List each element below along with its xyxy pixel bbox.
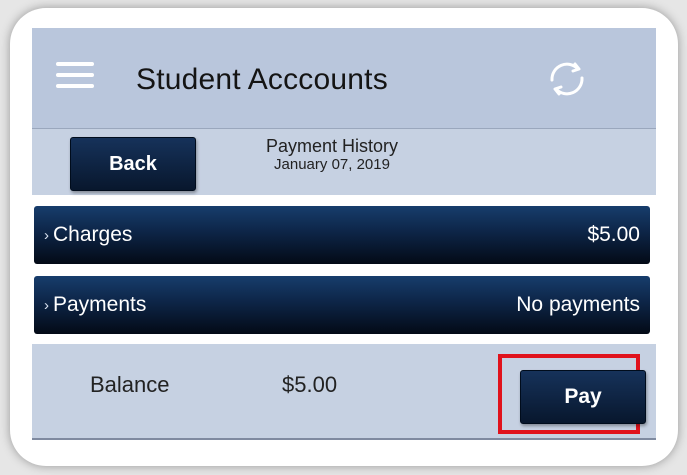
payment-history-bar: Back Payment History January 07, 2019: [32, 129, 656, 195]
balance-amount: $5.00: [282, 372, 338, 397]
chevron-right-icon: ›: [44, 296, 49, 314]
hamburger-menu-icon[interactable]: [56, 60, 94, 90]
device-frame: Student Acccounts Back Payment History J…: [10, 8, 678, 466]
payment-history-heading: Payment History January 07, 2019: [232, 136, 432, 174]
balance-label: Balance: [90, 372, 170, 397]
history-date: January 07, 2019: [274, 156, 390, 173]
chevron-right-icon: ›: [44, 226, 49, 244]
charges-label: Charges: [53, 223, 133, 246]
app-screen: Student Acccounts Back Payment History J…: [32, 28, 656, 448]
page-title: Student Acccounts: [136, 63, 388, 96]
section-heading: Payment History: [265, 136, 399, 156]
pay-button[interactable]: Pay: [520, 370, 646, 424]
charges-amount: $5.00: [587, 223, 640, 246]
menu-bar: [56, 84, 94, 88]
payments-row[interactable]: › Payments No payments: [34, 276, 650, 334]
menu-bar: [56, 62, 94, 66]
charges-row-left: › Charges: [44, 223, 132, 247]
payments-value: No payments: [516, 293, 640, 316]
app-header: Student Acccounts: [32, 28, 656, 129]
charges-row[interactable]: › Charges $5.00: [34, 206, 650, 264]
menu-bar: [56, 73, 94, 77]
balance-panel: Balance $5.00 Pay: [32, 344, 656, 440]
refresh-icon[interactable]: [544, 56, 590, 102]
payments-row-left: › Payments: [44, 293, 146, 317]
payments-label: Payments: [53, 293, 147, 316]
back-button[interactable]: Back: [70, 137, 196, 191]
